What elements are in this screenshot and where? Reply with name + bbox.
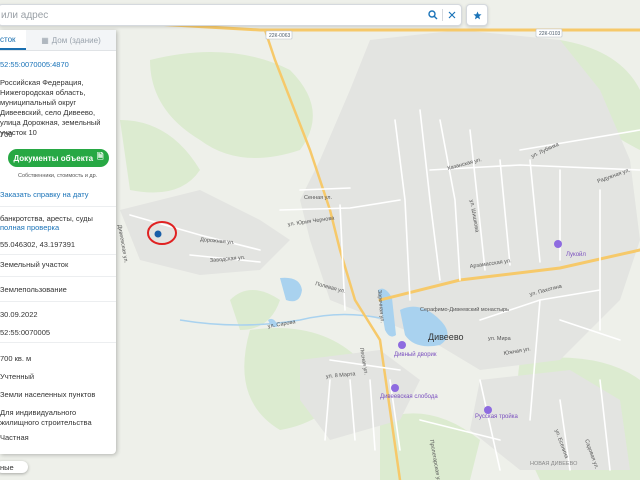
building-icon: ▦	[41, 35, 49, 45]
divider	[0, 276, 116, 277]
cadastral-quarter: 52:55:0070005	[0, 328, 51, 337]
documents-button[interactable]: Документы объекта 🗎	[8, 149, 109, 167]
svg-text:22К-0063: 22К-0063	[269, 33, 290, 39]
object-info-panel: сток ▦ Дом (здание) 52:55:0070005:4870 Р…	[0, 30, 116, 454]
object-type: Земельный участок	[0, 260, 69, 269]
fuel-icon	[554, 240, 562, 248]
divider	[0, 342, 116, 343]
poi-label: Дивеевская слобода	[380, 394, 438, 400]
poi-label: Дивный дворик	[394, 351, 437, 358]
area-full: 700 кв. м	[0, 354, 32, 363]
documents-button-label: Документы объекта	[13, 153, 94, 163]
tab-building-label: Дом (здание)	[51, 35, 101, 45]
registration-date: 30.09.2022	[0, 310, 38, 319]
panel-tabs: сток ▦ Дом (здание)	[0, 30, 116, 51]
order-report-link[interactable]: Заказать справку на дату	[0, 190, 89, 200]
poi-label: Лукойл	[566, 251, 586, 258]
poi-label: Русская тройка	[475, 413, 518, 420]
full-check-link[interactable]: полная проверка	[0, 223, 59, 233]
restaurant-icon	[398, 341, 406, 349]
land-category: Земли населенных пунктов	[0, 390, 96, 399]
close-icon[interactable]	[443, 6, 461, 24]
document-icon: 🗎	[97, 152, 104, 161]
divider	[0, 206, 116, 207]
search-bar	[0, 4, 462, 26]
favorites-button[interactable]	[466, 4, 488, 26]
street-label: ул. Мира	[488, 336, 512, 342]
restaurant-icon	[484, 406, 492, 414]
svg-text:22К-0103: 22К-0103	[539, 31, 560, 37]
town-label: Дивеево	[428, 332, 464, 342]
coordinates: 55.046302, 43.197391	[0, 240, 76, 249]
ownership-form: Частная	[0, 433, 29, 442]
search-icon[interactable]	[424, 6, 442, 24]
address-text: Российская Федерация, Нижегородская обла…	[0, 78, 101, 137]
divider	[0, 254, 116, 255]
place-label: Серафимо-Дивеевский монастырь	[420, 306, 509, 313]
cadastral-number[interactable]: 52:55:0070005:4870	[0, 60, 69, 70]
object-kind: Землепользование	[0, 285, 67, 294]
restaurant-icon	[391, 384, 399, 392]
divider	[0, 301, 116, 302]
highway-shield: 22К-0063	[265, 30, 293, 40]
search-input[interactable]	[0, 5, 424, 25]
tab-building[interactable]: ▦ Дом (здание)	[26, 30, 116, 50]
permitted-use: Для индивидуального жилищного строительс…	[0, 408, 92, 427]
status: Учтенный	[0, 372, 35, 381]
district-label: НОВАЯ ДИВЕЕВО	[530, 461, 578, 467]
star-icon	[472, 10, 482, 19]
layers-toggle[interactable]: ные	[0, 461, 28, 473]
highway-shield: 22К-0103	[535, 28, 563, 38]
tab-parcel[interactable]: сток	[0, 30, 26, 50]
street-label: Сенная ул.	[304, 195, 333, 201]
area-short: 700	[0, 130, 13, 139]
parcel-marker-icon[interactable]	[154, 230, 162, 238]
documents-note: Собственники, стоимость и др.	[18, 173, 98, 179]
